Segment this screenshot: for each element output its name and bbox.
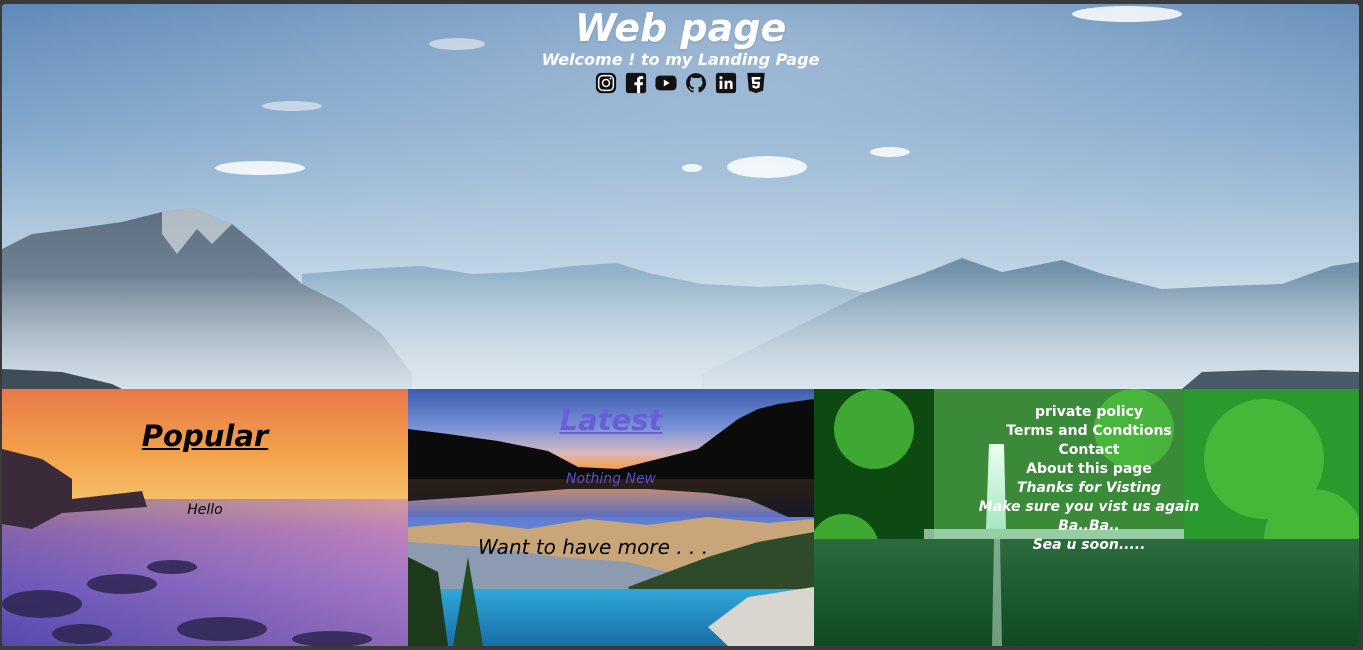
youtube-icon[interactable] bbox=[654, 72, 677, 94]
social-links bbox=[2, 72, 1359, 94]
privacy-policy-link[interactable]: private policy bbox=[1035, 403, 1143, 422]
footer-message: Ba..Ba.. bbox=[1058, 518, 1120, 534]
terms-link[interactable]: Terms and Condtions bbox=[1006, 422, 1171, 441]
page-subtitle: Welcome ! to my Landing Page bbox=[541, 50, 820, 69]
footer-message: Make sure you vist us again bbox=[978, 499, 1200, 515]
latest-card: Latest Nothing New bbox=[408, 389, 814, 517]
popular-card: Popular Hello bbox=[2, 389, 408, 646]
latest-text: Nothing New bbox=[565, 471, 657, 487]
page-title: Web page bbox=[574, 6, 787, 50]
more-card: Want to have more . . . bbox=[408, 517, 814, 646]
popular-heading-link[interactable]: Popular bbox=[2, 419, 408, 453]
footer-links: private policy Terms and Condtions Conta… bbox=[979, 403, 1199, 555]
footer-message: Sea u soon..... bbox=[1032, 537, 1146, 553]
facebook-icon[interactable] bbox=[625, 72, 647, 94]
popular-text: Hello bbox=[187, 502, 223, 518]
linkedin-icon[interactable] bbox=[715, 72, 737, 94]
html5-icon[interactable] bbox=[745, 72, 767, 94]
page-frame: Web page Welcome ! to my Landing Page Po… bbox=[2, 4, 1359, 646]
latest-heading-link[interactable]: Latest bbox=[408, 403, 814, 437]
footer-message: Thanks for Visting bbox=[1016, 480, 1162, 496]
contact-link[interactable]: Contact bbox=[1059, 441, 1120, 460]
github-icon[interactable] bbox=[685, 72, 707, 94]
hero-section: Web page Welcome ! to my Landing Page bbox=[2, 4, 1359, 389]
about-link[interactable]: About this page bbox=[1026, 460, 1152, 479]
more-text: Want to have more . . . bbox=[478, 535, 709, 559]
instagram-icon[interactable] bbox=[595, 72, 617, 94]
footer-card: private policy Terms and Condtions Conta… bbox=[814, 389, 1359, 646]
